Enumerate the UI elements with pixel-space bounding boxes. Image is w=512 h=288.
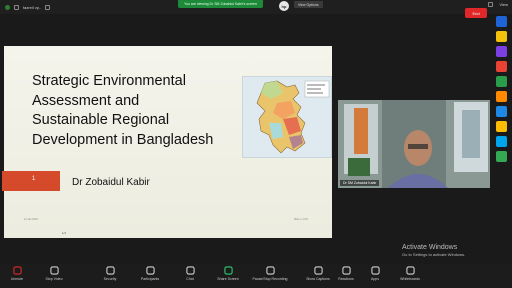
slide-author: Dr Zobaidul Kabir <box>72 177 150 188</box>
app-icon-8[interactable] <box>495 121 507 132</box>
security-button-label: Security <box>103 277 117 281</box>
share-screen-button-label: Share Screen <box>217 277 239 281</box>
meeting-name: fazrell vp.. <box>23 4 42 10</box>
slide-number-bar: 1 <box>2 171 60 191</box>
apps-button[interactable]: Apps <box>357 266 393 281</box>
participant-name: Dr SM Zobaidul Kabir <box>340 180 380 186</box>
apps-icon <box>370 266 380 275</box>
apps-button-label: Apps <box>371 277 379 281</box>
activate-title: Activate Windows <box>402 244 458 251</box>
app-icon-6[interactable] <box>495 91 507 102</box>
share-banner: You are viewing Dr SM Zobaidul Kabir's s… <box>178 0 263 8</box>
title-line-3: Sustainable Regional <box>32 112 170 128</box>
show-captions-button-label: Show Captions <box>306 277 330 281</box>
record-button-label: Pause/Stop Recording <box>252 277 288 281</box>
whiteboard-icon <box>405 266 415 275</box>
app-icon-7[interactable] <box>495 106 507 117</box>
activate-subtitle: Go to Settings to activate Windows. <box>402 252 466 257</box>
app-icon-1[interactable] <box>495 16 507 27</box>
title-line-1: Strategic Environmental <box>32 73 186 89</box>
map-graphic <box>256 80 330 154</box>
chat-button[interactable]: Chat <box>172 266 208 281</box>
windows-activation-watermark: Activate Windows Go to Settings to activ… <box>402 244 465 257</box>
grid-view-icon[interactable] <box>488 2 494 7</box>
top-right: View <box>488 2 508 7</box>
shield-icon <box>105 266 115 275</box>
record-button[interactable]: Pause/Stop Recording <box>252 266 288 281</box>
app-icon-2[interactable] <box>495 31 507 42</box>
unmute-button-label: Unmute <box>10 277 24 281</box>
top-left: fazrell vp.. <box>0 4 51 10</box>
meeting-toolbar: Unmute Stop Video Security Participants Chat… <box>0 264 512 288</box>
title-line-2: Assessment and <box>32 92 140 109</box>
chat-button-label: Chat <box>186 277 194 281</box>
slide-page-indicator: 1/1 <box>62 231 67 235</box>
slide-footer-right: Slide 1 of 20 <box>294 218 308 221</box>
participants-button-label: Participants <box>140 277 160 281</box>
app-icon-4[interactable] <box>495 61 507 72</box>
participants-button[interactable]: Participants <box>132 266 168 281</box>
slide-footer-left: 12 Jan 2023 <box>24 218 38 221</box>
hp-logo: hp <box>279 1 289 11</box>
whiteboards-button[interactable]: Whiteboards <box>392 266 428 281</box>
window-icon[interactable] <box>45 4 51 10</box>
app-icon-5[interactable] <box>495 76 507 87</box>
reactions-button-label: Reactions <box>338 277 354 281</box>
whiteboards-button-label: Whiteboards <box>400 277 420 281</box>
shield-status-icon[interactable] <box>5 4 10 10</box>
people-icon <box>145 266 155 275</box>
app-icon-9[interactable] <box>495 136 507 147</box>
info-icon[interactable] <box>14 4 19 10</box>
view-button[interactable]: View <box>499 2 508 7</box>
title-line-4: Development in Bangladesh <box>32 131 214 148</box>
stop-video-button-label: Stop Video <box>45 277 63 281</box>
top-bar: fazrell vp.. You are viewing Dr SM Zobai… <box>0 0 512 14</box>
share-icon <box>223 266 233 275</box>
slide-number: 1 <box>32 176 36 182</box>
app-icon-3[interactable] <box>495 46 507 57</box>
security-button[interactable]: Security <box>92 266 128 281</box>
apps-sidebar <box>494 16 508 186</box>
slide-title: Strategic Environmental Assessment and S… <box>32 72 242 150</box>
zoom-window: fazrell vp.. You are viewing Dr SM Zobai… <box>0 0 512 288</box>
share-screen-button[interactable]: Share Screen <box>210 266 246 281</box>
participant-video[interactable]: Dr SM Zobaidul Kabir <box>338 100 490 188</box>
shared-slide: Strategic Environmental Assessment and S… <box>2 46 332 238</box>
view-options-button[interactable]: View Options <box>294 1 323 8</box>
mic-off-icon <box>12 266 22 275</box>
app-icon-10[interactable] <box>495 151 507 162</box>
video-icon <box>49 266 59 275</box>
record-icon <box>265 266 275 275</box>
unmute-button[interactable]: Unmute <box>0 266 35 281</box>
bangladesh-map <box>242 76 332 158</box>
end-button[interactable]: End <box>465 8 487 18</box>
cc-icon <box>313 266 323 275</box>
smile-icon <box>341 266 351 275</box>
video-feed <box>338 100 490 188</box>
chat-icon <box>185 266 195 275</box>
stop-video-button[interactable]: Stop Video <box>36 266 72 281</box>
